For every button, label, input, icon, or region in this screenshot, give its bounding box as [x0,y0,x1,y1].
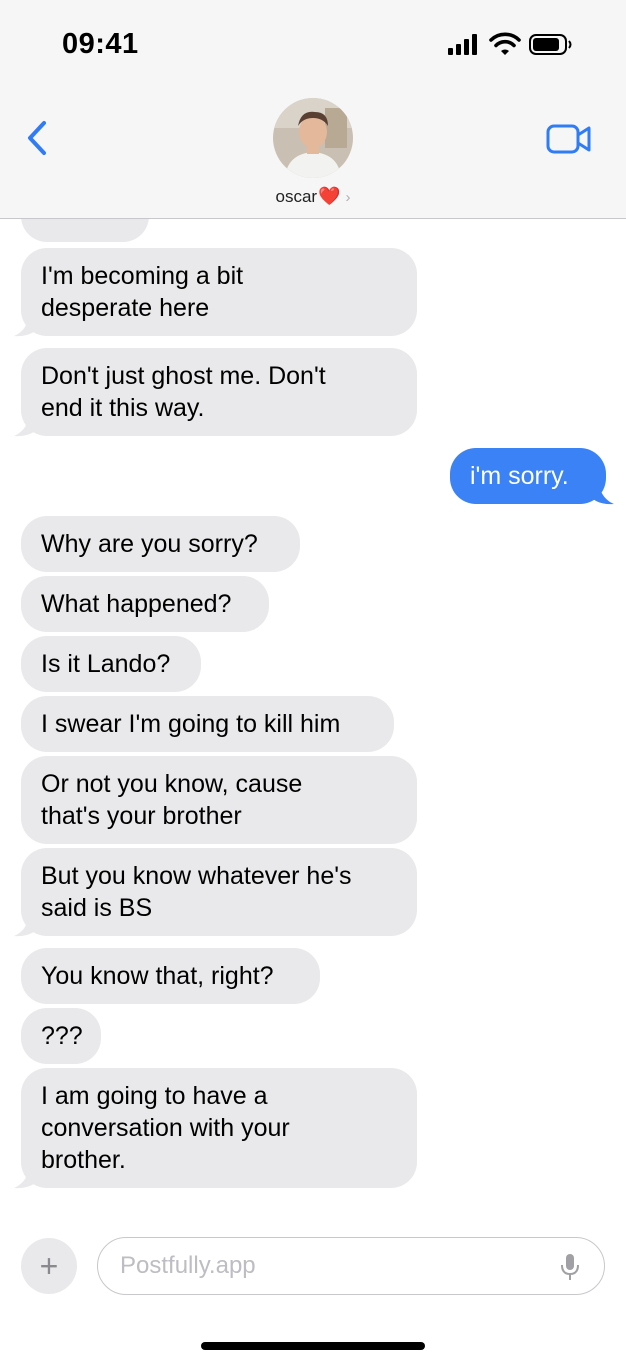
chevron-left-icon [28,121,46,155]
facetime-video-button[interactable] [546,122,592,156]
message-bubble-incoming[interactable]: Is it Lando? [21,636,201,692]
microphone-icon[interactable] [560,1252,580,1282]
message-bubble-incoming[interactable]: Or not you know, cause that's your broth… [21,756,417,844]
message-bubble-incoming[interactable]: But you know whatever he's said is BS [21,848,417,936]
message-bubble-incoming[interactable]: I'm becoming a bit desperate here [21,248,417,336]
message-bubble-outgoing[interactable]: i'm sorry. [450,448,606,504]
status-time: 09:41 [62,28,139,60]
add-attachment-button[interactable]: + [21,1238,77,1294]
avatar[interactable] [273,98,353,178]
message-bubble-incoming[interactable]: What happened? [21,576,269,632]
cellular-signal-icon [448,34,477,55]
home-indicator[interactable] [201,1342,425,1350]
bubble-tail [14,908,42,937]
message-input[interactable]: Postfully.app [97,1237,605,1295]
chevron-right-icon: › [345,189,351,206]
wifi-icon [489,32,521,55]
contact-name[interactable]: oscar❤️ › [0,186,626,207]
message-bubble-incoming[interactable]: I am going to have a conversation with y… [21,1068,417,1188]
contact-name-text: oscar [275,187,318,206]
message-bubble-incoming[interactable]: ??? [21,1008,101,1064]
status-bar: 09:41 [0,0,626,90]
message-bubble-incoming[interactable]: Why are you sorry? [21,516,300,572]
status-icons [448,30,574,65]
plus-icon: + [39,1247,59,1284]
conversation-header: 09:41 oscar❤️ › [0,0,626,219]
video-camera-icon [546,124,591,154]
message-bubble-incoming[interactable]: Don't just ghost me. Don't end it this w… [21,348,417,436]
heart-emoji: ❤️ [318,186,341,206]
bubble-tail [14,1160,42,1189]
message-bubble-incoming[interactable]: I swear I'm going to kill him [21,696,394,752]
bubble-tail [586,476,614,505]
battery-icon [529,34,572,55]
back-button[interactable] [22,118,52,158]
contact-photo [273,98,353,178]
message-bubble-incoming[interactable]: You know that, right? [21,948,320,1004]
message-input-placeholder: Postfully.app [120,1252,256,1279]
bubble-tail [14,308,42,337]
bubble-tail [14,408,42,437]
